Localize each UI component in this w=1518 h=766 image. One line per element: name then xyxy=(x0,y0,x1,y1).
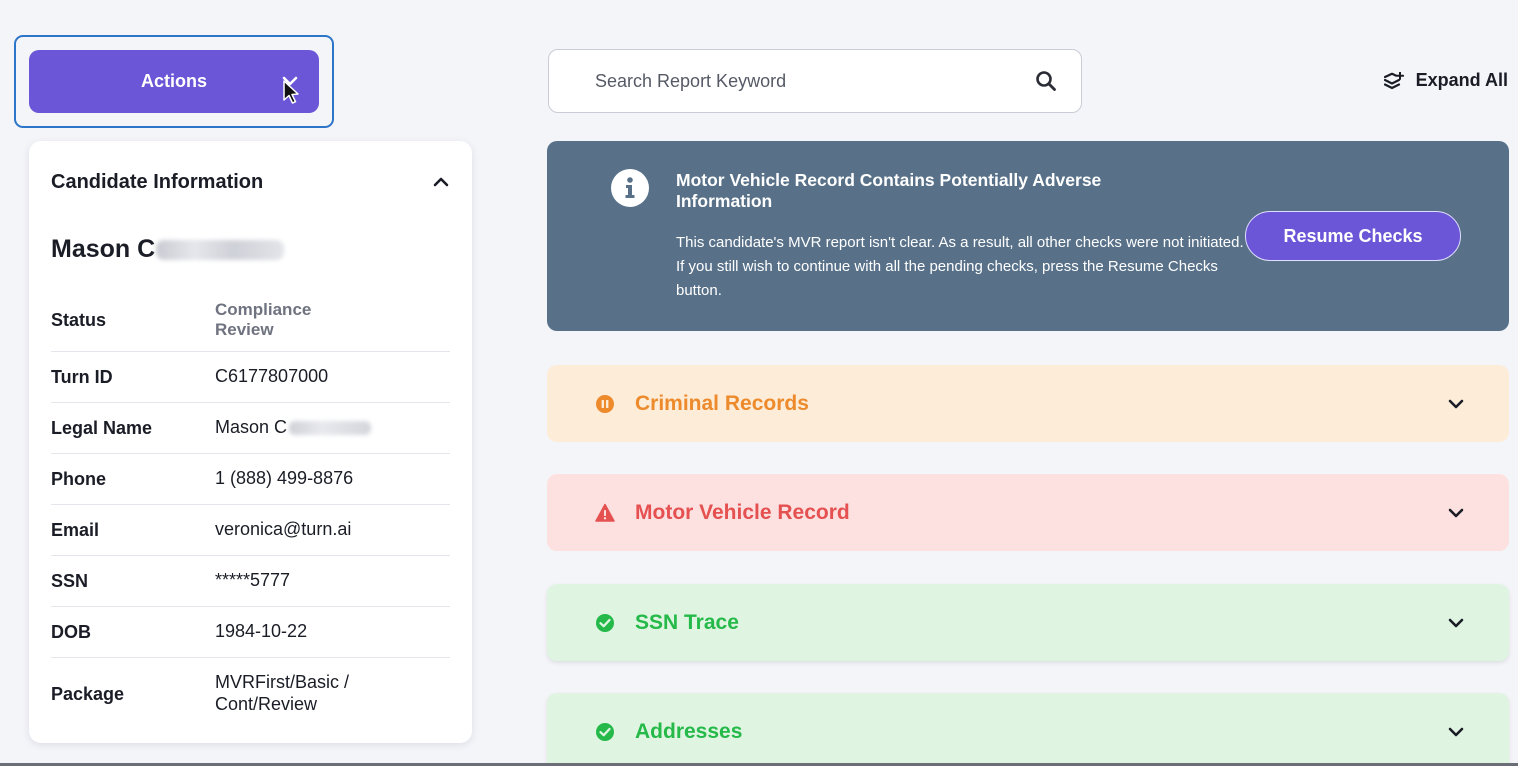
info-label: Legal Name xyxy=(51,417,153,438)
actions-label: Actions xyxy=(140,71,207,91)
legal-name-value: Mason C xyxy=(215,417,372,439)
info-row-status: Status Compliance Review xyxy=(51,289,450,352)
check-circle-icon xyxy=(596,722,614,741)
chevron-down-icon[interactable] xyxy=(1447,723,1465,741)
package-value: MVRFirst/Basic / Cont/Review xyxy=(215,672,350,714)
legal-name-text: Mason C xyxy=(215,417,288,438)
info-row-email: Email veronica@turn.ai xyxy=(51,505,450,556)
candidate-name: Mason C xyxy=(51,235,285,264)
mvr-alert-banner: Motor Vehicle Record Contains Potentiall… xyxy=(547,141,1509,331)
section-title: Criminal Records xyxy=(635,391,809,415)
section-addresses[interactable]: Addresses xyxy=(547,693,1509,766)
info-label: SSN xyxy=(51,570,89,591)
candidate-info-header[interactable]: Candidate Information xyxy=(51,169,450,195)
info-label: Status xyxy=(51,309,107,330)
ssn-value: *****5777 xyxy=(215,570,291,591)
redacted-surname xyxy=(156,239,285,260)
section-criminal-records[interactable]: Criminal Records xyxy=(547,365,1509,442)
chevron-down-icon[interactable] xyxy=(1447,395,1465,413)
section-title: Addresses xyxy=(635,719,743,743)
actions-button[interactable]: Actions xyxy=(29,50,319,113)
chevron-up-icon[interactable] xyxy=(432,173,450,191)
section-title: Motor Vehicle Record xyxy=(635,500,850,524)
mouse-cursor-icon xyxy=(283,80,299,104)
candidate-name-text: Mason C xyxy=(51,235,156,263)
candidate-info-card: Candidate Information Mason C Status Com… xyxy=(29,141,472,743)
phone-value: 1 (888) 499-8876 xyxy=(215,468,354,489)
turn-id-value: C6177807000 xyxy=(215,366,329,387)
info-row-legal-name: Legal Name Mason C xyxy=(51,403,450,454)
expand-all-label: Expand All xyxy=(1415,70,1508,90)
candidate-info-table: Status Compliance Review Turn ID C617780… xyxy=(51,289,450,730)
info-label: Email xyxy=(51,519,100,540)
check-circle-icon xyxy=(596,613,614,632)
section-title: SSN Trace xyxy=(635,610,739,634)
candidate-info-title: Candidate Information xyxy=(51,170,264,193)
search-icon[interactable] xyxy=(1035,70,1057,92)
chevron-down-icon[interactable] xyxy=(1447,504,1465,522)
chevron-down-icon[interactable] xyxy=(1447,614,1465,632)
section-ssn-trace[interactable]: SSN Trace xyxy=(547,584,1509,661)
resume-checks-button[interactable]: Resume Checks xyxy=(1245,211,1461,261)
info-label: Phone xyxy=(51,468,107,489)
search-input[interactable] xyxy=(595,70,1035,92)
redacted-surname xyxy=(289,421,372,435)
info-label: DOB xyxy=(51,621,91,642)
info-row-turn-id: Turn ID C6177807000 xyxy=(51,352,450,403)
info-label: Package xyxy=(51,683,125,704)
dob-value: 1984-10-22 xyxy=(215,621,308,642)
status-value: Compliance Review xyxy=(215,299,312,339)
info-row-package: Package MVRFirst/Basic / Cont/Review xyxy=(51,658,450,730)
search-box xyxy=(548,49,1082,113)
pause-circle-icon xyxy=(596,394,614,413)
email-value: veronica@turn.ai xyxy=(215,519,352,540)
info-label: Turn ID xyxy=(51,366,113,387)
warning-triangle-icon xyxy=(595,503,615,522)
info-row-dob: DOB 1984-10-22 xyxy=(51,607,450,658)
section-motor-vehicle-record[interactable]: Motor Vehicle Record xyxy=(547,474,1509,551)
info-row-ssn: SSN *****5777 xyxy=(51,556,450,607)
alert-body: This candidate's MVR report isn't clear.… xyxy=(676,234,1244,299)
expand-all-button[interactable]: Expand All xyxy=(1383,70,1508,91)
expand-layers-icon xyxy=(1383,71,1404,89)
info-row-phone: Phone 1 (888) 499-8876 xyxy=(51,454,450,505)
alert-title: Motor Vehicle Record Contains Potentiall… xyxy=(676,170,1102,211)
info-icon xyxy=(611,169,649,207)
